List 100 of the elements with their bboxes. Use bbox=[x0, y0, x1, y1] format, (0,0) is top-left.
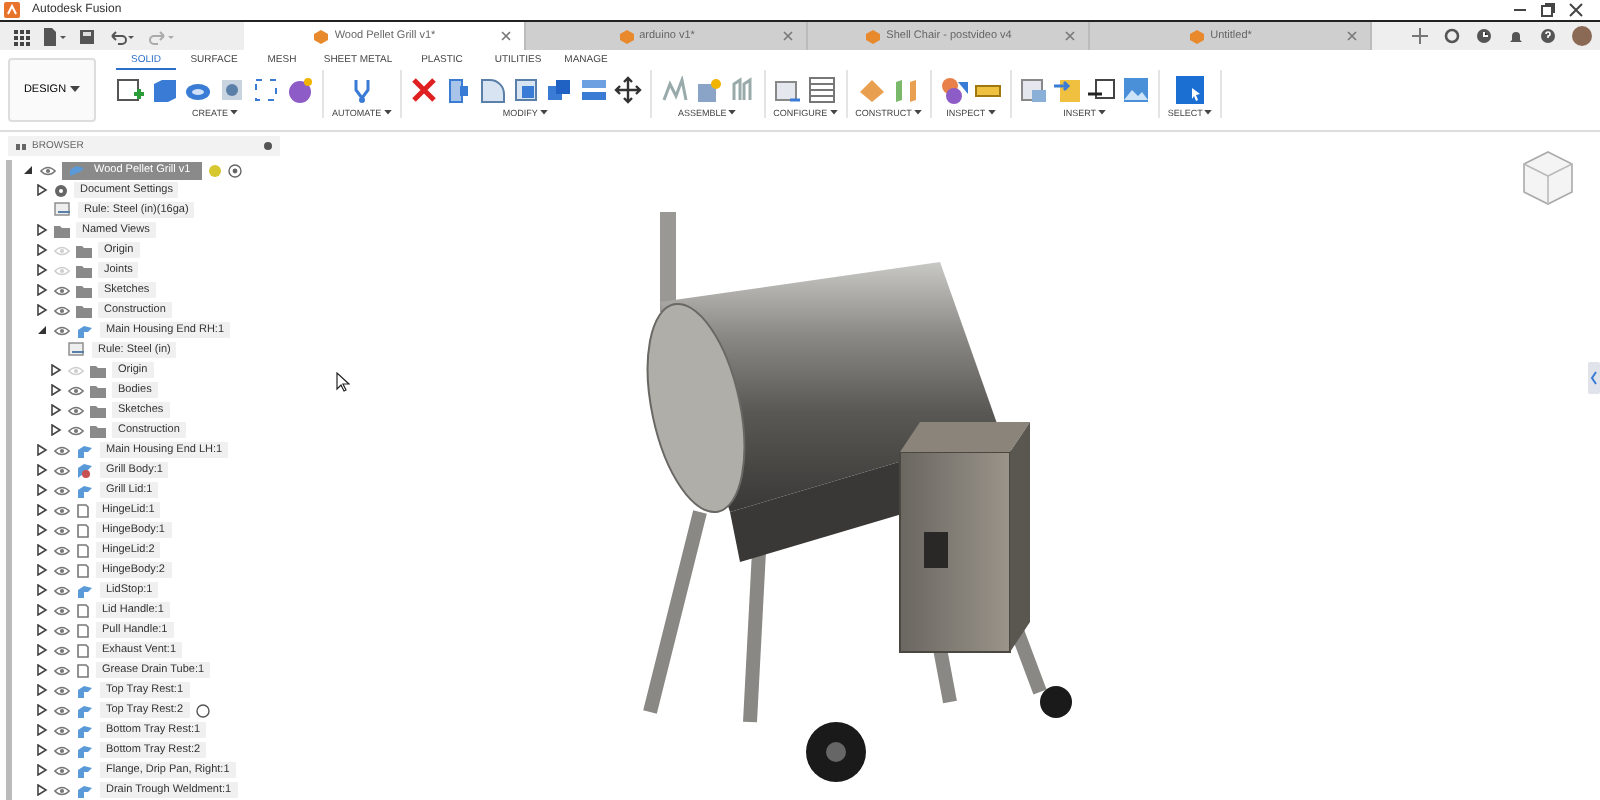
expand-icon[interactable] bbox=[36, 764, 48, 776]
close-icon[interactable] bbox=[500, 30, 512, 42]
component-icon bbox=[76, 323, 94, 337]
expand-icon[interactable] bbox=[36, 744, 48, 756]
scrollbar[interactable] bbox=[6, 160, 12, 800]
delete-icon[interactable] bbox=[409, 76, 438, 104]
expand-icon[interactable] bbox=[50, 364, 62, 376]
eye-icon[interactable] bbox=[54, 525, 70, 535]
configure-icon[interactable] bbox=[774, 76, 803, 104]
grip-icon[interactable] bbox=[16, 143, 26, 149]
eye-icon[interactable] bbox=[54, 745, 70, 755]
eye-icon[interactable] bbox=[54, 665, 70, 675]
table-icon[interactable] bbox=[808, 76, 837, 104]
expand-icon[interactable] bbox=[36, 444, 48, 456]
eye-icon[interactable] bbox=[68, 425, 84, 435]
expand-icon[interactable] bbox=[36, 684, 48, 696]
expand-icon[interactable] bbox=[36, 524, 48, 536]
expand-icon[interactable] bbox=[36, 244, 48, 256]
expand-icon[interactable] bbox=[36, 264, 48, 276]
expand-icon[interactable] bbox=[36, 484, 48, 496]
hole-icon[interactable] bbox=[218, 76, 246, 104]
grid-menu-icon[interactable] bbox=[12, 27, 30, 45]
eye-icon[interactable] bbox=[54, 605, 70, 615]
eye-icon[interactable] bbox=[54, 705, 70, 715]
eye-icon[interactable] bbox=[54, 685, 70, 695]
eye-icon[interactable] bbox=[54, 725, 70, 735]
help-icon[interactable] bbox=[1540, 28, 1556, 44]
eye-icon[interactable] bbox=[40, 165, 56, 175]
bell-icon[interactable] bbox=[1508, 28, 1524, 44]
expand-icon[interactable] bbox=[36, 284, 48, 296]
undo-icon[interactable] bbox=[108, 27, 136, 45]
expand-icon[interactable] bbox=[36, 584, 48, 596]
assembly-icon bbox=[76, 462, 94, 478]
eye-icon[interactable] bbox=[54, 305, 70, 315]
caret-icon bbox=[1204, 110, 1213, 116]
insert-icon[interactable] bbox=[1019, 76, 1048, 104]
save-icon[interactable] bbox=[78, 27, 96, 45]
caret-icon bbox=[229, 110, 238, 116]
eye-icon[interactable] bbox=[68, 405, 84, 415]
expand-icon[interactable] bbox=[36, 504, 48, 516]
expand-icon[interactable] bbox=[36, 604, 48, 616]
expand-icon[interactable] bbox=[50, 384, 62, 396]
expand-icon[interactable] bbox=[36, 624, 48, 636]
eye-icon[interactable] bbox=[54, 485, 70, 495]
eye-icon[interactable] bbox=[54, 545, 70, 555]
expand-icon[interactable] bbox=[36, 304, 48, 316]
eye-icon[interactable] bbox=[54, 765, 70, 775]
eye-icon[interactable] bbox=[54, 565, 70, 575]
restore-icon[interactable] bbox=[1540, 2, 1556, 18]
expand-icon[interactable] bbox=[36, 724, 48, 736]
offset-icon[interactable] bbox=[579, 76, 608, 104]
box-icon[interactable] bbox=[150, 76, 178, 104]
shell-icon[interactable] bbox=[511, 76, 540, 104]
expand-icon[interactable] bbox=[36, 464, 48, 476]
dot-icon[interactable] bbox=[264, 142, 272, 150]
sketch-icon[interactable] bbox=[116, 76, 144, 104]
expand-icon[interactable] bbox=[36, 644, 48, 656]
eye-icon[interactable] bbox=[54, 645, 70, 655]
file-icon[interactable] bbox=[42, 27, 66, 45]
expand-icon[interactable] bbox=[36, 224, 48, 236]
radio-icon[interactable] bbox=[195, 703, 210, 717]
expand-icon[interactable] bbox=[36, 184, 48, 196]
new-component-icon[interactable] bbox=[693, 76, 722, 104]
eye-icon[interactable] bbox=[54, 445, 70, 455]
sphere-icon[interactable] bbox=[286, 76, 314, 104]
insert-mesh-icon[interactable] bbox=[1087, 76, 1116, 104]
collapse-icon[interactable] bbox=[22, 164, 34, 176]
expand-icon[interactable] bbox=[50, 404, 62, 416]
expand-icon[interactable] bbox=[50, 424, 62, 436]
expand-icon[interactable] bbox=[36, 704, 48, 716]
eye-icon[interactable] bbox=[54, 465, 70, 475]
component-icon bbox=[76, 443, 94, 457]
target-icon[interactable] bbox=[228, 163, 242, 177]
eye-icon[interactable] bbox=[54, 585, 70, 595]
select-icon[interactable] bbox=[1176, 76, 1205, 104]
close-icon[interactable] bbox=[1568, 2, 1584, 18]
view-cube-icon[interactable] bbox=[1520, 148, 1576, 208]
collapse-icon[interactable] bbox=[36, 324, 48, 336]
expand-icon[interactable] bbox=[36, 564, 48, 576]
fillet-icon[interactable] bbox=[477, 76, 506, 104]
panel-toggle-icon[interactable] bbox=[1588, 362, 1600, 394]
avatar-icon[interactable] bbox=[1572, 26, 1592, 46]
midplane-icon[interactable] bbox=[891, 76, 920, 104]
shapes-icon[interactable] bbox=[939, 76, 968, 104]
combine-icon[interactable] bbox=[545, 76, 574, 104]
expand-icon[interactable] bbox=[36, 784, 48, 796]
eye-icon[interactable] bbox=[54, 625, 70, 635]
pattern-icon[interactable] bbox=[252, 76, 280, 104]
eye-icon[interactable] bbox=[54, 285, 70, 295]
insert-file-icon[interactable] bbox=[1053, 76, 1082, 104]
clock-icon[interactable] bbox=[1476, 28, 1492, 44]
move-icon[interactable] bbox=[613, 76, 642, 104]
eye-icon[interactable] bbox=[54, 785, 70, 795]
eye-icon[interactable] bbox=[54, 505, 70, 515]
eye-icon[interactable] bbox=[54, 325, 70, 335]
expand-icon[interactable] bbox=[36, 544, 48, 556]
expand-icon[interactable] bbox=[36, 664, 48, 676]
plus-icon[interactable] bbox=[1412, 28, 1428, 44]
eye-icon[interactable] bbox=[68, 385, 84, 395]
press-pull-icon[interactable] bbox=[443, 76, 472, 104]
